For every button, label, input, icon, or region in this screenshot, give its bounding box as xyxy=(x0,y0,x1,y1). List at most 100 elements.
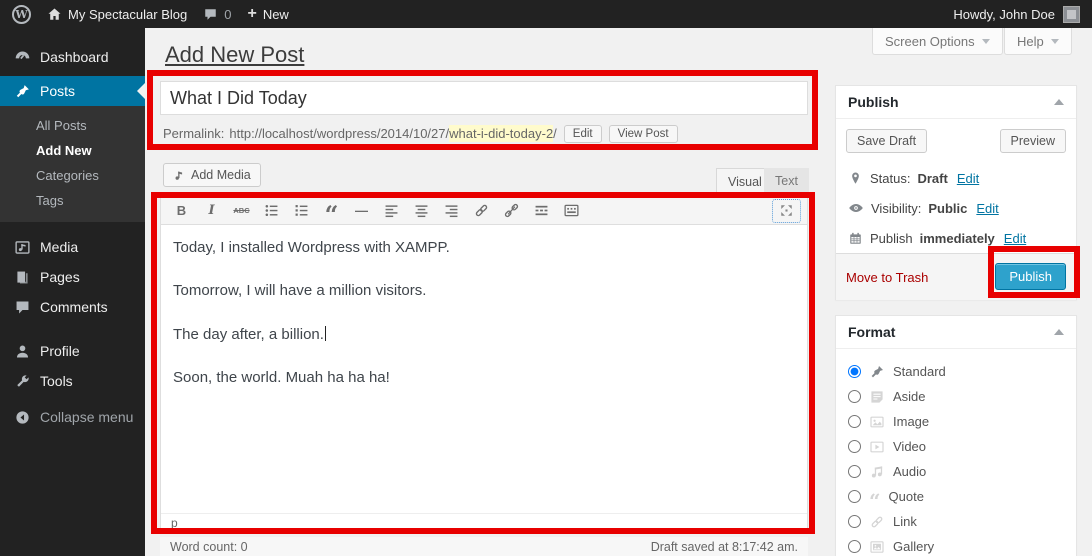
edit-permalink-button[interactable]: Edit xyxy=(564,125,602,143)
format-radio-video[interactable] xyxy=(848,440,861,453)
sidebar-item-label: Pages xyxy=(40,269,80,285)
admin-bar-comments[interactable]: 0 xyxy=(203,7,231,22)
permalink-slug[interactable]: what-i-did-today-2 xyxy=(449,125,553,142)
editor-element-path: p xyxy=(161,513,807,532)
tab-text[interactable]: Text xyxy=(764,168,809,194)
format-option-label: Quote xyxy=(889,489,924,504)
sidebar-item-posts[interactable]: Posts xyxy=(0,76,145,106)
sidebar-item-media[interactable]: Media xyxy=(0,232,145,262)
sidebar-item-label: Tools xyxy=(40,373,73,389)
unlink-icon xyxy=(503,202,520,219)
italic-button[interactable] xyxy=(198,200,225,222)
editor-content-area[interactable]: Today, I installed Wordpress with XAMPP.… xyxy=(161,225,807,513)
editor-paragraph: Today, I installed Wordpress with XAMPP. xyxy=(173,238,795,258)
sidebar-item-collapse-menu[interactable]: Collapse menu xyxy=(0,402,145,432)
align-center-button[interactable] xyxy=(408,200,435,222)
publish-button[interactable]: Publish xyxy=(995,263,1066,290)
numbered-list-button[interactable] xyxy=(288,200,315,222)
fullscreen-button[interactable] xyxy=(773,200,800,222)
help-button[interactable]: Help xyxy=(1004,28,1072,55)
align-right-icon xyxy=(443,202,460,219)
sidebar-item-tags[interactable]: Tags xyxy=(0,188,145,213)
new-label: New xyxy=(263,7,289,22)
preview-button[interactable]: Preview xyxy=(1000,129,1066,153)
bold-button[interactable] xyxy=(168,200,195,222)
format-radio-aside[interactable] xyxy=(848,390,861,403)
admin-bar-account-menu[interactable]: Howdy, John Doe xyxy=(953,6,1080,23)
schedule-label: Publish xyxy=(870,231,913,246)
posts-icon xyxy=(14,83,31,100)
insert-more-tag-button[interactable] xyxy=(528,200,555,222)
remove-link-button[interactable] xyxy=(498,200,525,222)
element-path-node[interactable]: p xyxy=(171,516,178,530)
publish-panel-title: Publish xyxy=(848,94,899,110)
screen-options-button[interactable]: Screen Options xyxy=(872,28,1003,55)
save-draft-button[interactable]: Save Draft xyxy=(846,129,927,153)
status-label: Status: xyxy=(870,171,910,186)
format-option-label: Standard xyxy=(893,364,946,379)
admin-sidebar: Dashboard Posts All Posts Add New Catego… xyxy=(0,28,145,556)
format-option-label: Link xyxy=(893,514,917,529)
toolbar-toggle-icon xyxy=(563,202,580,219)
format-option-label: Image xyxy=(893,414,929,429)
format-radio-gallery[interactable] xyxy=(848,540,861,553)
aside-icon xyxy=(869,389,885,405)
editor-paragraph: The day after, a billion. xyxy=(173,325,795,345)
status-row: Status: Draft Edit xyxy=(848,163,1064,193)
strikethrough-button[interactable] xyxy=(228,200,255,222)
sidebar-item-all-posts[interactable]: All Posts xyxy=(0,113,145,138)
status-pin-icon xyxy=(848,171,863,186)
sidebar-item-tools[interactable]: Tools xyxy=(0,366,145,396)
format-option-image: Image xyxy=(848,409,1064,434)
bulleted-list-icon xyxy=(263,202,280,219)
gallery-icon xyxy=(869,539,885,555)
admin-bar-new-menu[interactable]: New xyxy=(247,5,288,23)
collapse-panel-icon[interactable] xyxy=(1054,329,1064,335)
add-media-label: Add Media xyxy=(191,168,251,182)
word-count: Word count: 0 xyxy=(170,540,248,554)
format-panel-header[interactable]: Format xyxy=(836,316,1076,349)
admin-bar-site-menu[interactable]: My Spectacular Blog xyxy=(47,7,187,22)
edit-schedule-link[interactable]: Edit xyxy=(1004,231,1026,246)
format-option-audio: Audio xyxy=(848,459,1064,484)
collapse-panel-icon[interactable] xyxy=(1054,99,1064,105)
comment-bubble-icon xyxy=(203,7,218,22)
post-title-input[interactable] xyxy=(160,81,808,115)
align-right-button[interactable] xyxy=(438,200,465,222)
move-to-trash-link[interactable]: Move to Trash xyxy=(846,270,928,285)
word-count-label: Word count: xyxy=(170,540,237,554)
format-radio-standard[interactable] xyxy=(848,365,861,378)
format-radio-quote[interactable] xyxy=(848,490,861,503)
sidebar-item-add-new[interactable]: Add New xyxy=(0,138,145,163)
format-radio-link[interactable] xyxy=(848,515,861,528)
publish-panel-header[interactable]: Publish xyxy=(836,86,1076,119)
format-option-quote: Quote xyxy=(848,484,1064,509)
sidebar-item-categories[interactable]: Categories xyxy=(0,163,145,188)
howdy-text: Howdy, John Doe xyxy=(953,7,1055,22)
toolbar-toggle-button[interactable] xyxy=(558,200,585,222)
sidebar-item-label: Media xyxy=(40,239,78,255)
edit-visibility-link[interactable]: Edit xyxy=(976,201,998,216)
video-icon xyxy=(869,439,885,455)
quote-icon xyxy=(869,489,881,505)
blockquote-button[interactable] xyxy=(318,200,345,222)
sidebar-item-dashboard[interactable]: Dashboard xyxy=(0,42,145,72)
view-post-button[interactable]: View Post xyxy=(609,125,678,143)
wordpress-logo-icon[interactable] xyxy=(12,5,31,24)
align-left-button[interactable] xyxy=(378,200,405,222)
format-option-label: Audio xyxy=(893,464,926,479)
sidebar-item-comments[interactable]: Comments xyxy=(0,292,145,322)
chevron-down-icon xyxy=(982,39,990,44)
format-radio-image[interactable] xyxy=(848,415,861,428)
format-option-aside: Aside xyxy=(848,384,1064,409)
add-media-button[interactable]: Add Media xyxy=(163,163,261,187)
sidebar-item-pages[interactable]: Pages xyxy=(0,262,145,292)
edit-status-link[interactable]: Edit xyxy=(957,171,979,186)
insert-link-button[interactable] xyxy=(468,200,495,222)
status-value: Draft xyxy=(917,171,947,186)
format-radio-audio[interactable] xyxy=(848,465,861,478)
horizontal-rule-button[interactable] xyxy=(348,200,375,222)
bulleted-list-button[interactable] xyxy=(258,200,285,222)
posts-submenu: All Posts Add New Categories Tags xyxy=(0,106,145,222)
sidebar-item-profile[interactable]: Profile xyxy=(0,336,145,366)
